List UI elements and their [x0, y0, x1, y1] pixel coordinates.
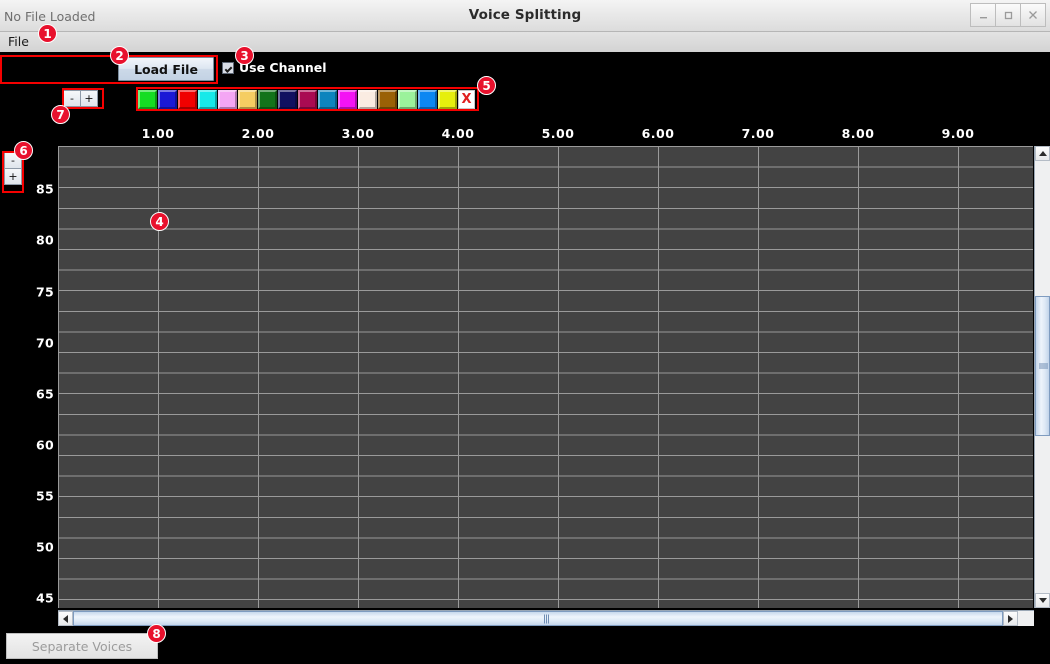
swatch-yellow[interactable]	[438, 90, 457, 109]
x-axis-tick-label: 5.00	[541, 126, 575, 141]
scrollbar-grip-icon	[1039, 363, 1048, 369]
menu-file[interactable]: File	[6, 33, 31, 51]
annotation-marker-5: 5	[477, 76, 496, 95]
swatch-blue[interactable]	[158, 90, 177, 109]
file-status-label: No File Loaded	[4, 9, 96, 24]
palette-clear-button[interactable]: X	[458, 90, 475, 109]
horizontal-scrollbar[interactable]	[58, 610, 1034, 626]
use-channel-label: Use Channel	[239, 60, 327, 75]
swatch-gold[interactable]	[238, 90, 257, 109]
x-axis-tick-label: 6.00	[641, 126, 675, 141]
annotation-marker-3: 3	[235, 46, 254, 65]
close-button[interactable]	[1020, 3, 1046, 27]
x-axis-tick-label: 1.00	[141, 126, 175, 141]
x-axis-tick-label: 2.00	[241, 126, 275, 141]
swatch-navy[interactable]	[278, 90, 297, 109]
annotation-marker-8: 8	[147, 624, 166, 643]
annotation-marker-6: 6	[14, 141, 33, 160]
scroll-right-icon[interactable]	[1003, 611, 1018, 626]
x-axis-tick-label: 7.00	[741, 126, 775, 141]
swatch-magenta-dark[interactable]	[298, 90, 317, 109]
chart-y-axis: 85 80 75 70 65 60 55 50 45	[28, 146, 56, 608]
separate-voices-button[interactable]: Separate Voices	[6, 633, 158, 659]
y-axis-tick-label: 70	[36, 335, 54, 351]
zoom-x-in-button[interactable]: +	[80, 90, 98, 107]
x-axis-tick-label: 9.00	[941, 126, 975, 141]
y-axis-tick-label: 80	[36, 232, 54, 248]
y-axis-tick-label: 55	[36, 488, 54, 504]
swatch-dark-green[interactable]	[258, 90, 277, 109]
swatch-pink[interactable]	[218, 90, 237, 109]
y-axis-tick-label: 75	[36, 284, 54, 300]
load-file-button[interactable]: Load File	[118, 57, 214, 81]
zoom-x-controls: - +	[63, 90, 98, 107]
swatch-steel-blue[interactable]	[318, 90, 337, 109]
scroll-left-icon[interactable]	[58, 611, 73, 626]
chart-x-axis: 1.00 2.00 3.00 4.00 5.00 6.00 7.00 8.00 9.00	[28, 126, 1022, 148]
swatch-light-green[interactable]	[398, 90, 417, 109]
scrollbar-grip-icon	[544, 614, 550, 623]
plot-area[interactable]	[58, 146, 1033, 608]
color-palette: X	[138, 89, 475, 110]
annotation-marker-2: 2	[110, 46, 129, 65]
zoom-x-out-button[interactable]: -	[63, 90, 81, 107]
y-axis-tick-label: 85	[36, 181, 54, 197]
x-axis-tick-label: 8.00	[841, 126, 875, 141]
horizontal-scrollbar-thumb[interactable]	[73, 611, 1003, 626]
y-axis-tick-label: 50	[36, 539, 54, 555]
menu-bar: File	[0, 32, 1050, 52]
annotation-marker-1: 1	[38, 24, 57, 43]
vertical-scrollbar[interactable]	[1034, 146, 1050, 608]
zoom-y-in-button[interactable]: +	[4, 168, 22, 185]
swatch-bright-blue[interactable]	[418, 90, 437, 109]
scroll-up-icon[interactable]	[1035, 146, 1050, 161]
swatch-brown[interactable]	[378, 90, 397, 109]
title-bar: Voice Splitting	[0, 0, 1050, 32]
x-axis-tick-label: 3.00	[341, 126, 375, 141]
y-axis-tick-label: 45	[36, 590, 54, 606]
scroll-down-icon[interactable]	[1035, 593, 1050, 608]
y-axis-tick-label: 60	[36, 437, 54, 453]
x-axis-tick-label: 4.00	[441, 126, 475, 141]
window-controls	[970, 3, 1046, 27]
annotation-marker-7: 7	[51, 105, 70, 124]
swatch-cream[interactable]	[358, 90, 377, 109]
swatch-green[interactable]	[138, 90, 157, 109]
swatch-cyan[interactable]	[198, 90, 217, 109]
vertical-scrollbar-thumb[interactable]	[1035, 296, 1050, 436]
swatch-red[interactable]	[178, 90, 197, 109]
minimize-button[interactable]	[970, 3, 996, 27]
annotation-marker-4: 4	[150, 212, 169, 231]
checkbox-icon[interactable]	[222, 61, 234, 74]
y-axis-tick-label: 65	[36, 386, 54, 402]
swatch-magenta[interactable]	[338, 90, 357, 109]
maximize-button[interactable]	[995, 3, 1021, 27]
voice-splitting-window: Voice Splitting File No File Loaded Load…	[0, 0, 1050, 664]
window-title: Voice Splitting	[468, 7, 582, 23]
